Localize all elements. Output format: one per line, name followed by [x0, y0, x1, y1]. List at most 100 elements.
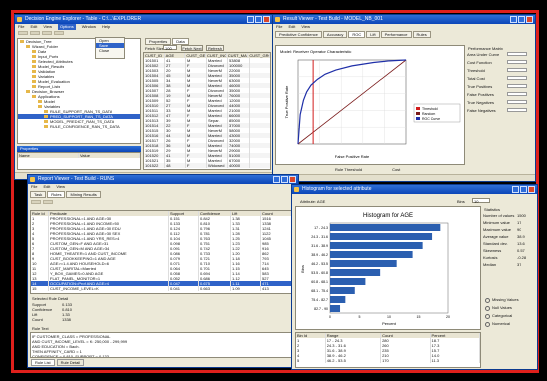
tab-task[interactable]: Task	[30, 191, 47, 198]
radio-icon[interactable]	[485, 314, 490, 319]
menu-file[interactable]: File	[276, 24, 282, 30]
table-row[interactable]: 5 46.2 - 53.5 170 11.3	[296, 358, 480, 363]
stat-field[interactable]	[507, 76, 527, 80]
stat-row: Kurtosis -0.28	[483, 255, 535, 260]
stat-field[interactable]	[507, 92, 527, 96]
histogram-bar[interactable]	[330, 251, 413, 258]
x-tick-label: 0	[329, 315, 331, 319]
histogram-bar[interactable]	[330, 242, 423, 249]
roc-legend: Threshold Random ROC Curve	[413, 103, 461, 123]
histogram-bar[interactable]	[330, 287, 355, 294]
stat-field[interactable]	[507, 60, 527, 64]
minimize-icon[interactable]	[247, 16, 254, 23]
tab-lift[interactable]: Lift	[366, 31, 380, 38]
menu-help[interactable]: Help	[102, 24, 110, 30]
footer-tab-rule-detail[interactable]: Rule Detail	[56, 359, 85, 366]
column-header[interactable]: CUST_GROUP	[248, 53, 270, 58]
radio-icon[interactable]	[485, 322, 490, 327]
tab-mining-results[interactable]: Mining Results	[66, 191, 101, 198]
maximize-icon[interactable]	[518, 16, 525, 23]
toolbar-button[interactable]	[43, 200, 53, 204]
histogram-bar[interactable]	[330, 260, 397, 267]
window-controls	[273, 176, 296, 183]
tab-data[interactable]: Data	[172, 38, 189, 45]
tab-roc[interactable]: ROC	[348, 31, 366, 38]
toolbar-button[interactable]	[42, 31, 52, 35]
tab-performance[interactable]: Performance	[380, 31, 412, 38]
tab-properties[interactable]: Properties	[145, 38, 172, 45]
rule-detail-list: Support 0.133 Confidence 0.810 Lift 1.33 Count…	[32, 302, 92, 322]
menu-edit[interactable]: Edit	[43, 184, 50, 190]
menu-view[interactable]: View	[43, 24, 52, 30]
rule-text-label: Rule Text	[32, 326, 49, 331]
bins-input[interactable]: 10	[472, 198, 490, 204]
option-row[interactable]: Missing Values	[483, 297, 535, 303]
menu-view[interactable]: View	[56, 184, 65, 190]
histogram-bar[interactable]	[330, 305, 341, 312]
close-icon[interactable]	[263, 16, 270, 23]
close-icon[interactable]	[528, 186, 535, 193]
toolbar-button[interactable]	[18, 31, 28, 35]
table-row[interactable]: 101522 48 F Widowed 40000	[144, 163, 270, 168]
toolbar-button[interactable]	[31, 200, 41, 204]
maximize-icon[interactable]	[520, 186, 527, 193]
folder-icon	[32, 85, 36, 88]
histogram-titlebar[interactable]: Histogram for selected attribute	[292, 185, 537, 194]
menu-options[interactable]: Options	[57, 24, 76, 30]
stat-field[interactable]	[507, 84, 527, 88]
rules-grid: Rule Id Predicate Support Confidence Lift Cou…	[30, 210, 296, 294]
bin-tick-label: 38.9 - 46.2	[311, 253, 328, 257]
refresh-button[interactable]: Refresh	[206, 45, 224, 51]
tree-node[interactable]: RULE_CONFIDENCE_RAN_TS_DATA	[18, 124, 140, 129]
minimize-icon[interactable]	[273, 176, 280, 183]
toolbar-button[interactable]	[30, 31, 40, 35]
stat-field[interactable]	[507, 100, 527, 104]
histogram-bar[interactable]	[330, 233, 433, 240]
stat-field[interactable]	[507, 108, 527, 112]
stat-field[interactable]	[507, 68, 527, 72]
close-icon[interactable]	[289, 176, 296, 183]
menu-window[interactable]: Window	[82, 24, 96, 30]
bin-tick-label: 68.1 - 75.4	[311, 289, 328, 293]
option-row[interactable]: Numerical	[483, 321, 535, 327]
toolbar-button[interactable]	[54, 31, 64, 35]
radio-icon[interactable]	[485, 298, 490, 303]
stat-row: Cost Function	[467, 60, 533, 65]
tab-accuracy[interactable]: Accuracy	[322, 31, 348, 38]
menu-edit[interactable]: Edit	[288, 24, 295, 30]
mining-titlebar[interactable]: Report Viewer - Test Build - RUNS	[28, 175, 298, 184]
histogram-bar[interactable]	[330, 278, 366, 285]
close-icon[interactable]	[526, 16, 533, 23]
histogram-bar[interactable]	[330, 296, 346, 303]
option-row[interactable]: Null Values	[483, 305, 535, 311]
menu-view[interactable]: View	[301, 24, 310, 30]
rule-text-panel: IF CUSTOMER_CLASS = PROFESSIONAL AND CUST…	[30, 332, 296, 358]
rules-body: 1 PROFESSIONAL=1 AND AGE>30 0.151 0.842 1.38…	[31, 216, 295, 291]
tab-rules[interactable]: Rules	[47, 191, 66, 198]
table-cell: CUST_INCOME_LEVEL=K	[49, 286, 169, 291]
explorer-titlebar[interactable]: Decision Engine Explorer - Table - C:\..…	[15, 15, 272, 24]
roc-titlebar[interactable]: Result Viewer - Test Build - MODEL_NB_00…	[273, 15, 535, 24]
radio-icon[interactable]	[485, 306, 490, 311]
minimize-icon[interactable]	[510, 16, 517, 23]
menu-file[interactable]: File	[31, 184, 37, 190]
bin-table-body: 1 17 - 24.3 280 18.7 2 24.3 - 31.6 260 17.3 3 31.…	[296, 338, 480, 363]
menu-edit[interactable]: Edit	[30, 24, 37, 30]
tab-predictive-confidence[interactable]: Predictive Confidence	[275, 31, 322, 38]
menu-file[interactable]: File	[18, 24, 24, 30]
fetch-next-button[interactable]: Fetch Next	[181, 45, 203, 51]
tab-rules[interactable]: Rules	[412, 31, 431, 38]
table-cell: 101522	[144, 163, 165, 168]
footer-tab-rule-list[interactable]: Rule List	[31, 359, 55, 366]
maximize-icon[interactable]	[255, 16, 262, 23]
popup-item[interactable]: Close	[96, 48, 124, 53]
stat-field[interactable]	[507, 52, 527, 56]
option-row[interactable]: Categorical	[483, 313, 535, 319]
histogram-bar[interactable]	[330, 224, 441, 231]
maximize-icon[interactable]	[281, 176, 288, 183]
option-label: Categorical	[492, 313, 513, 318]
minimize-icon[interactable]	[512, 186, 519, 193]
table-row[interactable]: 15 CUST_INCOME_LEVEL=K 0.041 0.663 1.09 413	[31, 286, 295, 291]
fetch-size-input[interactable]: 100	[163, 45, 177, 51]
histogram-bar[interactable]	[330, 269, 381, 276]
